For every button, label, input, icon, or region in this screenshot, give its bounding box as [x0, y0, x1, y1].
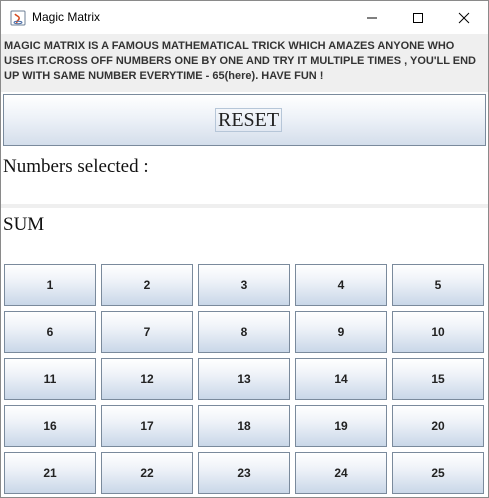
number-button[interactable]: 12	[101, 358, 193, 400]
number-button[interactable]: 1	[4, 264, 96, 306]
title-bar: Magic Matrix	[1, 1, 488, 34]
number-button[interactable]: 21	[4, 452, 96, 494]
reset-button-label: RESET	[215, 108, 283, 132]
number-button[interactable]: 24	[295, 452, 387, 494]
number-button[interactable]: 18	[198, 405, 290, 447]
number-button[interactable]: 6	[4, 311, 96, 353]
number-button[interactable]: 5	[392, 264, 484, 306]
number-button[interactable]: 22	[101, 452, 193, 494]
minimize-icon	[367, 17, 377, 18]
number-button[interactable]: 23	[198, 452, 290, 494]
maximize-button[interactable]	[395, 1, 441, 34]
close-icon	[458, 12, 470, 23]
sum-label: SUM	[3, 214, 45, 235]
number-button[interactable]: 16	[4, 405, 96, 447]
number-button[interactable]: 20	[392, 405, 484, 447]
number-button[interactable]: 25	[392, 452, 484, 494]
selected-numbers-panel: Numbers selected :	[1, 149, 488, 204]
number-button[interactable]: 11	[4, 358, 96, 400]
number-button[interactable]: 13	[198, 358, 290, 400]
minimize-button[interactable]	[349, 1, 395, 34]
selected-numbers-label: Numbers selected :	[3, 156, 149, 177]
number-button[interactable]: 15	[392, 358, 484, 400]
number-button[interactable]: 9	[295, 311, 387, 353]
number-grid: 1 2 3 4 5 6 7 8 9 10 11 12 13 14 15 16 1…	[1, 259, 488, 497]
number-button[interactable]: 8	[198, 311, 290, 353]
close-button[interactable]	[441, 1, 487, 34]
number-button[interactable]: 14	[295, 358, 387, 400]
app-window: Magic Matrix MAGIC MATRIX IS A FAMOUS MA…	[0, 0, 489, 498]
number-button[interactable]: 19	[295, 405, 387, 447]
number-button[interactable]: 4	[295, 264, 387, 306]
number-button[interactable]: 7	[101, 311, 193, 353]
number-button[interactable]: 17	[101, 405, 193, 447]
window-title: Magic Matrix	[32, 10, 101, 24]
reset-button[interactable]: RESET	[3, 94, 486, 146]
number-button[interactable]: 2	[101, 264, 193, 306]
java-app-icon	[10, 10, 26, 26]
description-text: MAGIC MATRIX IS A FAMOUS MATHEMATICAL TR…	[1, 34, 488, 92]
number-button[interactable]: 10	[392, 311, 484, 353]
maximize-icon	[413, 12, 423, 23]
sum-panel: SUM	[1, 208, 488, 259]
number-button[interactable]: 3	[198, 264, 290, 306]
